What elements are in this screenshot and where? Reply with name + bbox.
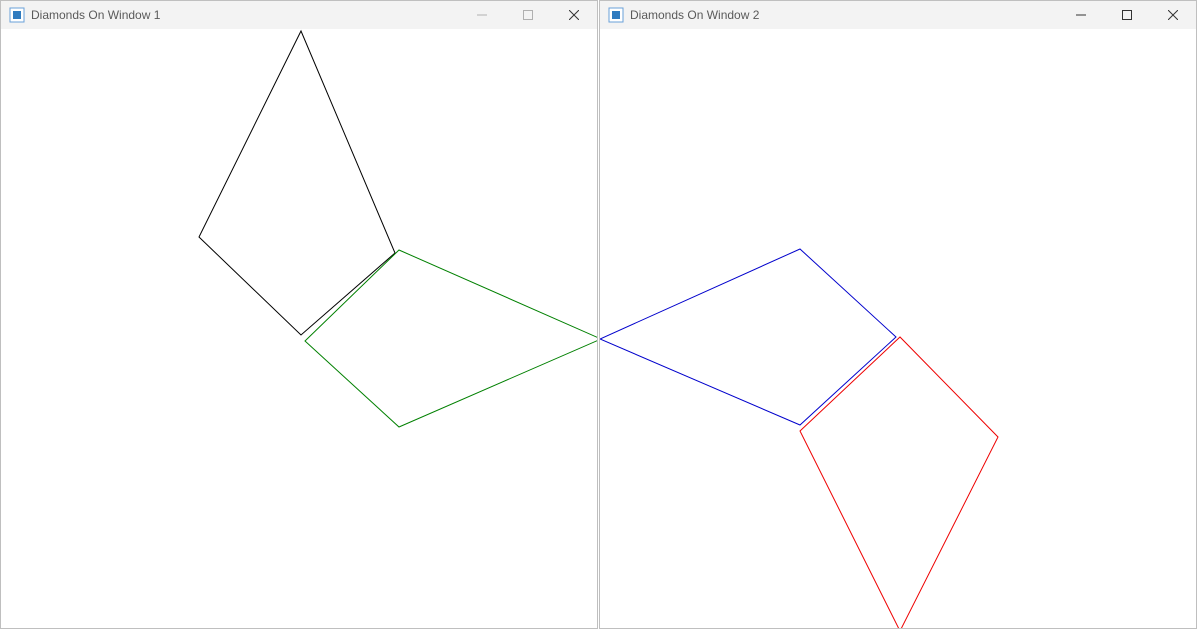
minimize-button-1 [459, 1, 505, 29]
window-title-1: Diamonds On Window 1 [31, 8, 160, 22]
kite-black [199, 31, 395, 335]
drawing-1 [1, 29, 597, 628]
maximize-button-1 [505, 1, 551, 29]
app-icon [9, 7, 25, 23]
drawing-2 [600, 29, 1196, 628]
canvas-2 [600, 29, 1196, 628]
titlebar-1[interactable]: Diamonds On Window 1 [1, 1, 597, 29]
canvas-1 [1, 29, 597, 628]
kite-green [305, 250, 597, 427]
kite-red [800, 337, 998, 628]
close-button-1[interactable] [551, 1, 597, 29]
window-title-2: Diamonds On Window 2 [630, 8, 759, 22]
titlebar-2[interactable]: Diamonds On Window 2 [600, 1, 1196, 29]
window-2: Diamonds On Window 2 [599, 0, 1197, 629]
window-1: Diamonds On Window 1 [0, 0, 598, 629]
minimize-button-2[interactable] [1058, 1, 1104, 29]
maximize-button-2[interactable] [1104, 1, 1150, 29]
kite-blue [600, 249, 896, 425]
close-button-2[interactable] [1150, 1, 1196, 29]
app-icon [608, 7, 624, 23]
